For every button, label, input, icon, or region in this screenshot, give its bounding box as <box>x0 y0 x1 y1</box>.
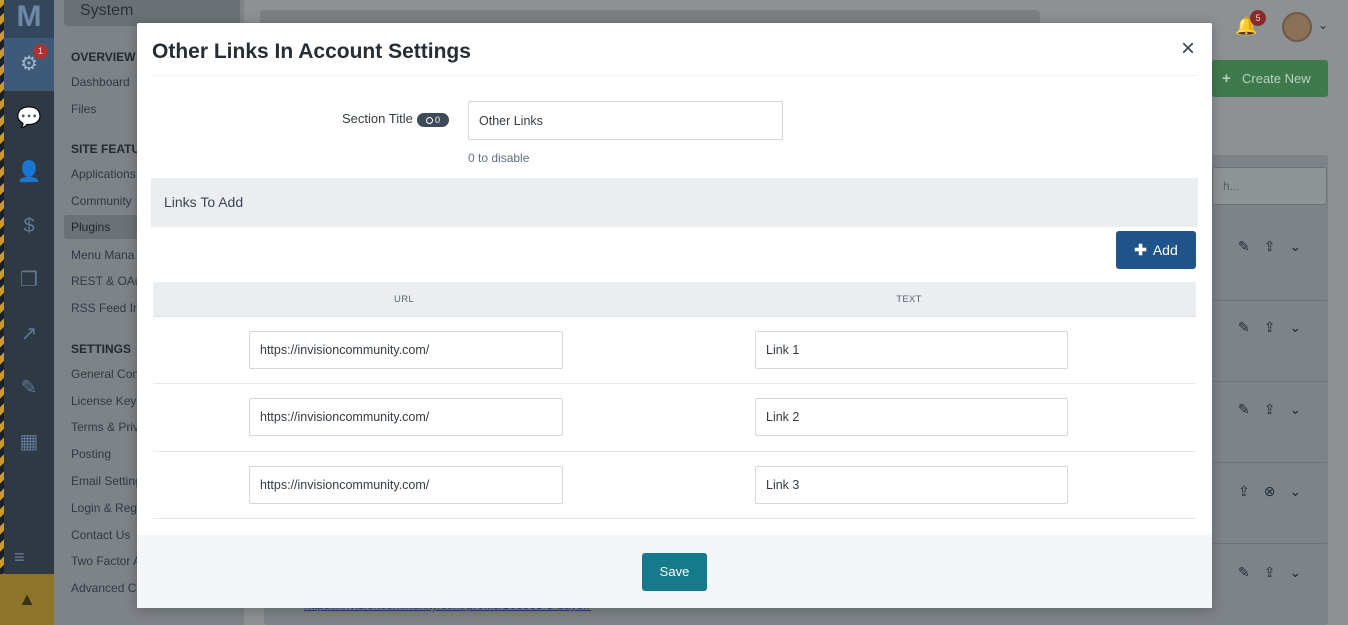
menu-item[interactable]: Dashboard <box>71 75 130 89</box>
menu-item[interactable]: License Key <box>71 394 136 408</box>
table-row-divider <box>153 518 1196 519</box>
links-to-add-header: Links To Add <box>151 178 1198 227</box>
chart-icon[interactable]: ↗ <box>4 308 54 361</box>
menu-item[interactable]: Community <box>71 194 132 208</box>
plugin-settings-modal: Other Links In Account Settings × Sectio… <box>137 23 1212 608</box>
url-input[interactable] <box>249 331 563 369</box>
menu-item[interactable]: Menu Mana <box>71 248 134 262</box>
chevron-down-icon[interactable]: ⌄ <box>1318 18 1328 32</box>
close-icon[interactable]: × <box>1176 37 1200 62</box>
row-actions[interactable]: ✎⇪⌄ <box>1238 319 1315 336</box>
link-text-input[interactable] <box>755 398 1068 436</box>
basket-icon[interactable]: ▦ <box>4 416 54 469</box>
section-title-description: 0 to disable <box>468 151 530 165</box>
menu-item[interactable]: REST & OAu <box>71 274 141 288</box>
table-row-divider <box>153 383 1196 384</box>
menu-item[interactable]: Terms & Priv <box>71 420 139 434</box>
avatar[interactable] <box>1282 12 1312 42</box>
copy-icon[interactable]: ❐ <box>4 254 54 307</box>
row-divider <box>1212 381 1327 382</box>
row-actions[interactable]: ✎⇪⌄ <box>1238 564 1315 581</box>
url-input[interactable] <box>249 398 563 436</box>
url-input[interactable] <box>249 466 563 504</box>
column-header-text: TEXT <box>896 294 922 305</box>
language-search-badge[interactable]: 0 <box>417 113 449 127</box>
badge-count: 0 <box>434 115 440 125</box>
row-actions[interactable]: ⇪⊗⌄ <box>1238 483 1315 500</box>
menu-item[interactable]: Posting <box>71 447 111 461</box>
menu-item[interactable]: Files <box>71 102 96 116</box>
menu-item[interactable]: Login & Reg <box>71 501 137 515</box>
link-text-input[interactable] <box>755 331 1068 369</box>
menu-item[interactable]: Email Setting <box>71 474 142 488</box>
warning-icon[interactable]: ▲ <box>0 574 54 625</box>
collapse-menu-icon[interactable]: ≡ <box>4 540 54 574</box>
modal-title: Other Links In Account Settings <box>152 40 471 63</box>
column-header-url: URL <box>394 294 414 305</box>
brush-icon[interactable]: ✎ <box>4 362 54 415</box>
row-actions[interactable]: ✎⇪⌄ <box>1238 238 1315 255</box>
gears-icon[interactable]: ⚙ <box>4 38 54 91</box>
plus-icon: ✚ <box>1134 242 1147 259</box>
add-row-button[interactable]: ✚ Add <box>1116 231 1196 269</box>
create-new-button[interactable]: Create New <box>1212 60 1328 97</box>
app-logo: M <box>4 0 54 38</box>
section-title-label: Section Title <box>342 111 413 126</box>
row-actions[interactable]: ✎⇪⌄ <box>1238 401 1315 418</box>
section-title-input[interactable] <box>468 101 783 140</box>
save-button[interactable]: Save <box>642 553 707 591</box>
add-button-label: Add <box>1152 242 1178 258</box>
rail-notification-badge: 1 <box>33 44 48 59</box>
search-icon <box>425 117 433 124</box>
dollar-icon[interactable]: $ <box>4 200 54 253</box>
menu-heading: OVERVIEW <box>71 50 136 64</box>
links-table-header: URL TEXT <box>153 282 1196 317</box>
link-text-input[interactable] <box>755 466 1068 504</box>
user-icon[interactable]: 👤 <box>4 146 54 199</box>
menu-heading: SETTINGS <box>71 342 132 356</box>
menu-item[interactable]: General Con <box>71 367 139 381</box>
panel-search-input[interactable]: h... <box>1212 167 1327 205</box>
table-row-divider <box>153 451 1196 452</box>
menu-item[interactable]: Two Factor A <box>71 554 141 568</box>
menu-item[interactable]: Contact Us <box>71 528 130 542</box>
chat-icon[interactable]: 💬 <box>4 92 54 145</box>
row-divider <box>1212 300 1327 301</box>
modal-header-divider <box>151 75 1198 76</box>
row-divider <box>1212 543 1327 544</box>
notification-badge: 5 <box>1250 10 1266 26</box>
row-divider <box>1212 462 1327 463</box>
menu-item[interactable]: Applications <box>71 167 136 181</box>
menu-item[interactable]: Advanced C <box>71 581 136 595</box>
